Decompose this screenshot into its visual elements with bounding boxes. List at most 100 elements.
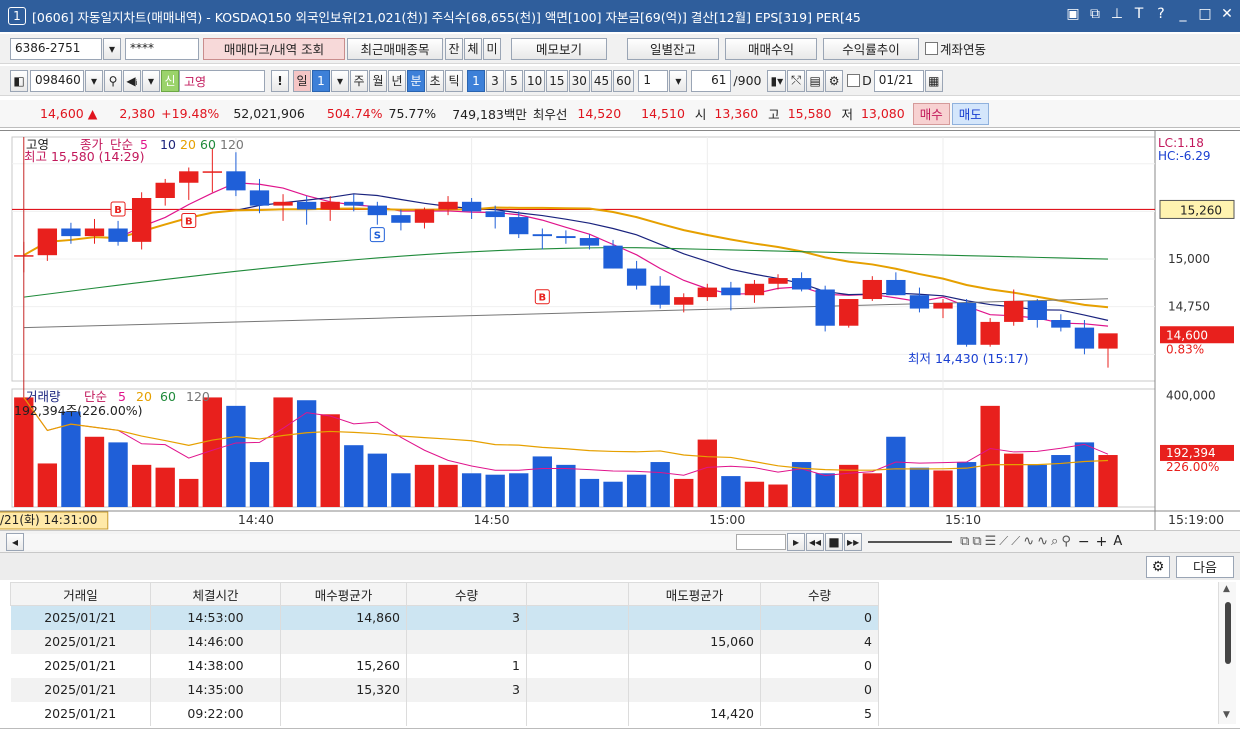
table-row[interactable]: 2025/01/21 09:22:00 14,420 5 xyxy=(10,701,879,726)
daily-balance-button[interactable]: 일별잔고 xyxy=(627,37,719,60)
zoom-in-icon[interactable]: + xyxy=(1096,534,1108,550)
candle-body xyxy=(202,171,223,173)
interval-5-button[interactable]: 5 xyxy=(505,69,523,92)
volume-bar xyxy=(509,473,529,507)
table-row[interactable]: 2025/01/21 14:46:00 15,060 4 xyxy=(10,629,879,654)
candle-settings-icon[interactable]: ▮▾ xyxy=(767,69,787,92)
interval-10-button[interactable]: 10 xyxy=(524,69,546,92)
last-icon[interactable]: ▸▸ xyxy=(844,532,863,551)
stock-name-field[interactable]: 고영 xyxy=(179,69,265,92)
maximize-icon[interactable]: □ xyxy=(1198,6,1212,22)
help-icon[interactable]: ? xyxy=(1154,6,1168,22)
code-dropdown-arrow[interactable]: ▾ xyxy=(85,69,103,92)
chart-toolbar: ◧ 098460 ▾ ⚲ ◀ᵢ ▾ 신 고영 ! 일 1 ▾ 주 월 년 분 초… xyxy=(0,66,1240,96)
gear-icon[interactable]: ⚙ xyxy=(825,69,844,92)
interval-3-button[interactable]: 3 xyxy=(486,69,504,92)
profit-trend-button[interactable]: 수익률추이 xyxy=(823,37,919,60)
interval-count-input[interactable]: 1 xyxy=(638,69,669,92)
column-header-buy-avg[interactable]: 매수평균가 xyxy=(280,582,407,606)
next-page-button[interactable]: 다음 xyxy=(1176,555,1234,578)
indicator-icon[interactable]: ⤲ xyxy=(787,69,806,92)
filled-tab[interactable]: 체 xyxy=(464,37,482,60)
candle-body xyxy=(155,182,175,198)
price-volume-chart[interactable]: BSBB고영 종가 단순 5 10 20 60 120최고 15,580 (14:29)최저 … xyxy=(0,131,1240,531)
period-week-button[interactable]: 주 xyxy=(350,69,368,92)
interval-count-dropdown-arrow[interactable]: ▾ xyxy=(669,69,688,92)
column-header-trade-date[interactable]: 거래일 xyxy=(10,582,151,606)
layout-icon[interactable]: ▣ xyxy=(1066,6,1080,22)
date-checkbox[interactable] xyxy=(847,74,861,87)
period-tick-button[interactable]: 틱 xyxy=(445,69,463,92)
table-row[interactable]: 2025/01/21 14:35:00 15,320 3 0 xyxy=(10,677,879,702)
table-cell: 2025/01/21 xyxy=(10,629,151,654)
recent-trades-button[interactable]: 최근매매종목 xyxy=(347,37,443,60)
trade-mark-query-button[interactable]: 매매마크/내역 조회 xyxy=(203,37,345,60)
period-month-button[interactable]: 월 xyxy=(369,69,387,92)
search-icon[interactable]: ⚲ xyxy=(104,69,122,92)
balance-tab[interactable]: 잔 xyxy=(445,37,463,60)
copy-window-icon[interactable]: ⧉ xyxy=(1088,6,1102,22)
sell-button[interactable]: 매도 xyxy=(951,102,989,125)
sound-dropdown-arrow[interactable]: ▾ xyxy=(142,69,160,92)
close-icon[interactable]: ✕ xyxy=(1220,6,1234,22)
minimize-icon[interactable]: _ xyxy=(1176,6,1190,22)
period-dropdown-arrow[interactable]: ▾ xyxy=(331,69,349,92)
interval-45-button[interactable]: 45 xyxy=(590,69,613,92)
candle-body xyxy=(626,268,647,286)
vertical-scrollbar[interactable]: ▲ ▼ xyxy=(1218,582,1236,724)
table-cell xyxy=(628,677,761,702)
save-icon[interactable]: ▤ xyxy=(806,69,825,92)
trade-profit-button[interactable]: 매매수익 xyxy=(725,37,817,60)
interval-1-button[interactable]: 1 xyxy=(467,69,485,92)
unfilled-tab[interactable]: 미 xyxy=(483,37,501,60)
account-link-checkbox[interactable] xyxy=(925,42,938,55)
table-row[interactable]: 2025/01/21 14:53:00 14,860 3 0 xyxy=(10,605,879,630)
account-input[interactable]: 6386-2751 xyxy=(10,37,102,60)
horizontal-scrollbar-thumb[interactable] xyxy=(736,533,786,550)
window-layout-icon[interactable]: ◧ xyxy=(10,69,28,92)
grid-settings-gear-icon[interactable]: ⚙ xyxy=(1146,555,1170,578)
buy-marker-label: B xyxy=(185,216,193,227)
bar-count-input[interactable]: 61 xyxy=(691,69,732,92)
vertical-scrollbar-thumb[interactable] xyxy=(1225,602,1231,664)
calendar-icon[interactable]: ▦ xyxy=(924,69,943,92)
font-icon[interactable]: T xyxy=(1132,6,1146,22)
period-year-button[interactable]: 년 xyxy=(388,69,406,92)
chart-area[interactable]: B S B B 고영 종가 단순 5 10 20 60 120 최고 15,580 (14:29) 최저 … xyxy=(0,130,1240,550)
sound-icon[interactable]: ◀ᵢ xyxy=(123,69,141,92)
interval-30-button[interactable]: 30 xyxy=(568,69,590,92)
table-row[interactable]: 2025/01/21 14:38:00 15,260 1 0 xyxy=(10,653,879,678)
account-toolbar: 6386-2751 ▾ **** 매매마크/내역 조회 최근매매종목 잔 체 미… xyxy=(0,34,1240,64)
memo-button[interactable]: 메모보기 xyxy=(511,37,607,60)
interval-15-button[interactable]: 15 xyxy=(546,69,568,92)
chart-tool-icons[interactable]: ⧉⧉☰⟋⟋∿∿⌕⚲ xyxy=(960,534,1074,549)
pin-icon[interactable]: ⊥ xyxy=(1110,6,1124,22)
stop-icon[interactable]: ■ xyxy=(825,532,844,551)
password-input[interactable]: **** xyxy=(125,37,199,60)
column-header-fill-time[interactable]: 체결시간 xyxy=(150,582,281,606)
trade-amount: 749,183백만 xyxy=(452,107,527,122)
period-day-count[interactable]: 1 xyxy=(312,69,330,92)
alert-icon[interactable]: ! xyxy=(271,69,289,92)
text-tool-icon[interactable]: A xyxy=(1113,534,1122,549)
horizontal-scrollbar-track[interactable] xyxy=(24,533,736,550)
scroll-right-arrow[interactable]: ▸ xyxy=(787,532,805,551)
stock-code-input[interactable]: 098460 xyxy=(30,69,84,92)
volume-bar xyxy=(320,414,340,507)
period-second-button[interactable]: 초 xyxy=(426,69,444,92)
period-day-button[interactable]: 일 xyxy=(293,69,311,92)
first-icon[interactable]: ◂◂ xyxy=(806,532,825,551)
scroll-left-arrow[interactable]: ◂ xyxy=(6,532,24,551)
zoom-out-icon[interactable]: − xyxy=(1078,534,1090,550)
column-header-sell-avg[interactable]: 매도평균가 xyxy=(628,582,761,606)
zoom-slider[interactable] xyxy=(868,540,953,543)
date-input[interactable]: 01/21 xyxy=(873,69,924,92)
buy-button[interactable]: 매수 xyxy=(912,102,950,125)
interval-60-button[interactable]: 60 xyxy=(613,69,635,92)
column-header-buy-qty[interactable]: 수량 xyxy=(406,582,527,606)
scroll-up-arrow[interactable]: ▲ xyxy=(1223,584,1230,594)
period-minute-button[interactable]: 분 xyxy=(407,69,425,92)
scroll-down-arrow[interactable]: ▼ xyxy=(1223,710,1230,720)
account-dropdown-arrow[interactable]: ▾ xyxy=(103,37,121,60)
column-header-sell-qty[interactable]: 수량 xyxy=(760,582,879,606)
